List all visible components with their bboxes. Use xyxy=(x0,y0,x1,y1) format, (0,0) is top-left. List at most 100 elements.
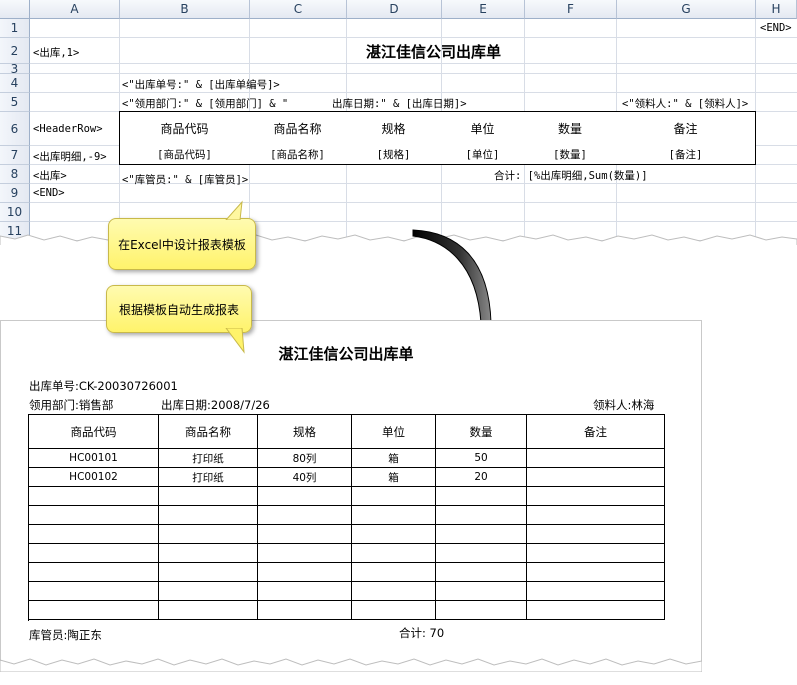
report-row-4-note xyxy=(527,506,665,525)
row-header-7[interactable]: 7 xyxy=(0,146,30,165)
report-row-3-spec xyxy=(258,487,352,506)
report-row-6-unit xyxy=(352,544,436,563)
excel-template-sheet: A B C D E F G H 1 2 3 4 5 6 7 8 9 10 11 … xyxy=(0,0,797,245)
template-header-unit[interactable]: 单位 xyxy=(441,111,525,146)
column-header-d[interactable]: D xyxy=(347,0,442,19)
report-row-8-unit xyxy=(352,582,436,601)
callout-design-template: 在Excel中设计报表模板 xyxy=(108,218,256,270)
report-row-6-name xyxy=(159,544,258,563)
template-header-name[interactable]: 商品名称 xyxy=(249,111,347,146)
report-order-no: 出库单号:CK-20030726001 xyxy=(29,379,178,393)
template-field-unit[interactable]: [单位] xyxy=(441,145,525,165)
template-title[interactable]: 湛江佳信公司出库单 xyxy=(250,38,617,64)
report-row-4-code xyxy=(29,506,159,525)
cell-b8-formula[interactable]: <"库管员:" & [库管员]> xyxy=(122,172,248,187)
row-header-3[interactable]: 3 xyxy=(0,62,30,76)
template-header-spec[interactable]: 规格 xyxy=(346,111,442,146)
torn-edge-bottom xyxy=(0,658,702,672)
cell-f8-sum-formula[interactable]: 合计: [%出库明细,Sum(数量)] xyxy=(494,168,648,183)
report-row-4-spec xyxy=(258,506,352,525)
report-row-4-unit xyxy=(352,506,436,525)
cell-a9-end-tag[interactable]: <END> xyxy=(33,187,65,199)
template-field-code[interactable]: [商品代码] xyxy=(119,145,250,165)
template-field-qty[interactable]: [数量] xyxy=(524,145,617,165)
cell-a7-detail-tag[interactable]: <出库明细,-9> xyxy=(33,149,107,164)
template-header-note[interactable]: 备注 xyxy=(616,111,756,146)
column-header-f[interactable]: F xyxy=(525,0,617,19)
report-row-5-unit xyxy=(352,525,436,544)
report-row-6-qty xyxy=(436,544,527,563)
report-row-3-qty xyxy=(436,487,527,506)
column-header-c[interactable]: C xyxy=(250,0,347,19)
report-date: 出库日期:2008/7/26 xyxy=(161,398,270,412)
row-header-4[interactable]: 4 xyxy=(0,74,30,93)
report-row-6-note xyxy=(527,544,665,563)
report-row-3-note xyxy=(527,487,665,506)
template-field-name[interactable]: [商品名称] xyxy=(249,145,347,165)
row-header-2[interactable]: 2 xyxy=(0,38,30,64)
row-header-5[interactable]: 5 xyxy=(0,93,30,112)
report-row-6-spec xyxy=(258,544,352,563)
report-row-5-name xyxy=(159,525,258,544)
report-row-4-name xyxy=(159,506,258,525)
callout-design-tail xyxy=(225,200,243,220)
cell-a6-headerrow-tag[interactable]: <HeaderRow> xyxy=(33,123,103,135)
cell-b4-formula[interactable]: <"出库单号:" & [出库单编号]> xyxy=(122,77,280,92)
row-header-8[interactable]: 8 xyxy=(0,165,30,184)
report-row-3-name xyxy=(159,487,258,506)
report-row-1-code: HC00101 xyxy=(29,449,159,468)
report-receiver: 领料人:林海 xyxy=(593,398,655,412)
row-header-10[interactable]: 10 xyxy=(0,203,30,222)
cell-b5-formula[interactable]: <"领用部门:" & [领用部门] & " xyxy=(122,96,288,111)
report-row-7-qty xyxy=(436,563,527,582)
report-header-spec: 规格 xyxy=(258,415,352,449)
report-row-7-note xyxy=(527,563,665,582)
cell-a2-tag[interactable]: <出库,1> xyxy=(33,45,79,60)
report-row-7-unit xyxy=(352,563,436,582)
report-header-unit: 单位 xyxy=(352,415,436,449)
report-row-9-unit xyxy=(352,601,436,620)
column-header-a[interactable]: A xyxy=(30,0,120,19)
report-row-2-note xyxy=(527,468,665,487)
report-row-9-note xyxy=(527,601,665,620)
template-field-spec[interactable]: [规格] xyxy=(346,145,442,165)
report-row-8-name xyxy=(159,582,258,601)
report-row-3-code xyxy=(29,487,159,506)
report-row-2-spec: 40列 xyxy=(258,468,352,487)
template-field-note[interactable]: [备注] xyxy=(616,145,756,165)
column-header-b[interactable]: B xyxy=(120,0,250,19)
report-row-1-note xyxy=(527,449,665,468)
report-total: 合计: 70 xyxy=(399,626,445,640)
report-row-4-qty xyxy=(436,506,527,525)
cell-a8-tag[interactable]: <出库> xyxy=(33,168,67,183)
cell-g5-formula[interactable]: <"领料人:" & [领料人]> xyxy=(622,96,748,111)
report-row-2-code: HC00102 xyxy=(29,468,159,487)
select-all-corner[interactable] xyxy=(0,0,30,19)
report-header-name: 商品名称 xyxy=(159,415,258,449)
column-header-e[interactable]: E xyxy=(442,0,525,19)
callout-generate-tail xyxy=(225,328,245,354)
report-row-8-qty xyxy=(436,582,527,601)
report-header-note: 备注 xyxy=(527,415,665,449)
row-header-6[interactable]: 6 xyxy=(0,112,30,146)
cell-h1-end-tag[interactable]: <END> xyxy=(760,22,792,34)
report-row-7-code xyxy=(29,563,159,582)
callout-generate-report: 根据模板自动生成报表 xyxy=(106,285,252,333)
report-row-5-spec xyxy=(258,525,352,544)
report-keeper: 库管员:陶正东 xyxy=(29,628,102,642)
report-row-1-qty: 50 xyxy=(436,449,527,468)
template-header-code[interactable]: 商品代码 xyxy=(119,111,250,146)
report-row-1-unit: 箱 xyxy=(352,449,436,468)
report-header-code: 商品代码 xyxy=(29,415,159,449)
report-row-5-note xyxy=(527,525,665,544)
template-header-qty[interactable]: 数量 xyxy=(524,111,617,146)
row-header-9[interactable]: 9 xyxy=(0,184,30,203)
report-row-2-qty: 20 xyxy=(436,468,527,487)
cell-d5-formula[interactable]: 出库日期:" & [出库日期]> xyxy=(332,96,467,111)
report-row-7-name xyxy=(159,563,258,582)
column-header-g[interactable]: G xyxy=(617,0,756,19)
row-header-1[interactable]: 1 xyxy=(0,19,30,38)
report-row-2-name: 打印纸 xyxy=(159,468,258,487)
column-header-h[interactable]: H xyxy=(756,0,797,19)
report-row-5-qty xyxy=(436,525,527,544)
